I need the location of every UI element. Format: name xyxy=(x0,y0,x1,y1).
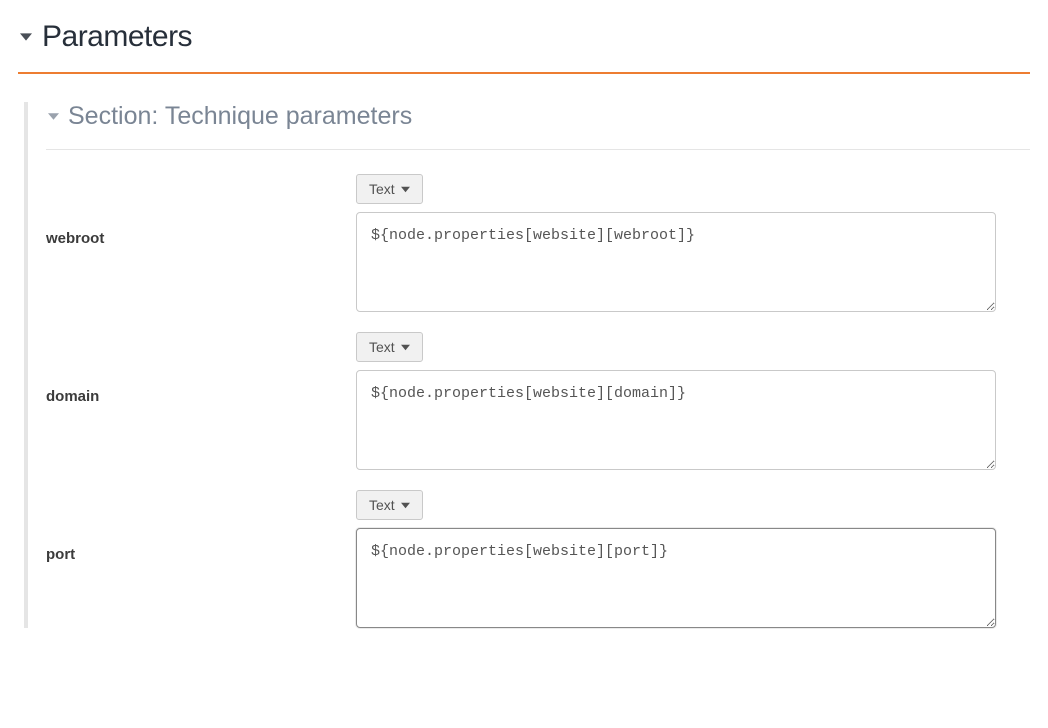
parameters-title: Parameters xyxy=(42,20,192,54)
caret-down-icon xyxy=(401,339,410,355)
param-value-webroot[interactable] xyxy=(356,212,996,312)
section-header[interactable]: Section: Technique parameters xyxy=(46,102,1030,131)
divider-orange xyxy=(18,72,1030,74)
param-label-domain: domain xyxy=(46,332,356,470)
type-select-button[interactable]: Text xyxy=(356,332,423,362)
type-select-label: Text xyxy=(369,339,395,355)
divider-thin xyxy=(46,149,1030,150)
type-select-button[interactable]: Text xyxy=(356,174,423,204)
type-select-label: Text xyxy=(369,497,395,513)
caret-down-icon xyxy=(18,29,34,45)
caret-down-icon xyxy=(46,110,60,124)
param-row: webroot Text xyxy=(46,174,1030,312)
parameters-header[interactable]: Parameters xyxy=(18,20,1030,54)
caret-down-icon xyxy=(401,497,410,513)
type-select-button[interactable]: Text xyxy=(356,490,423,520)
param-value-port[interactable] xyxy=(356,528,996,628)
param-label-port: port xyxy=(46,490,356,628)
caret-down-icon xyxy=(401,181,410,197)
param-row: domain Text xyxy=(46,332,1030,470)
type-select-label: Text xyxy=(369,181,395,197)
param-value-domain[interactable] xyxy=(356,370,996,470)
section-title: Section: Technique parameters xyxy=(68,102,412,131)
param-label-webroot: webroot xyxy=(46,174,356,312)
param-row: port Text xyxy=(46,490,1030,628)
